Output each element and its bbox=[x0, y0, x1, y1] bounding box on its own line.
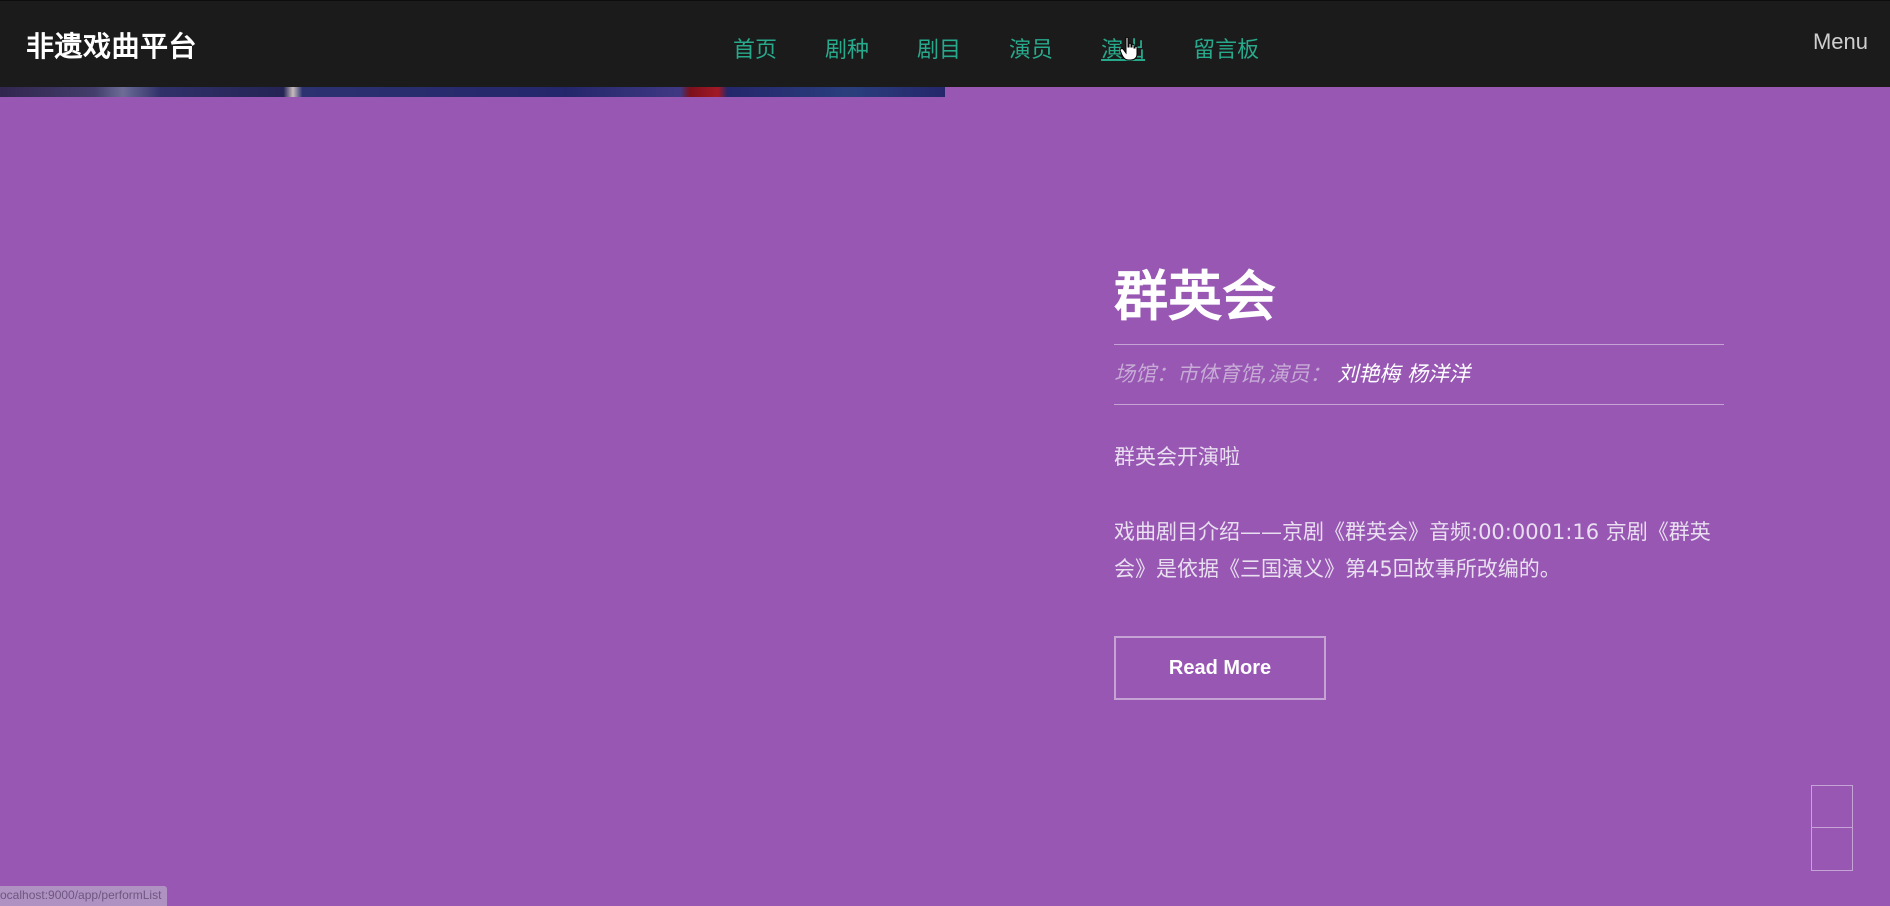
performance-subtitle: 群英会开演啦 bbox=[1114, 445, 1240, 469]
main-nav: 首页 剧种 剧目 演员 演出 留言板 bbox=[733, 32, 1307, 64]
nav-link-genres[interactable]: 剧种 bbox=[825, 32, 869, 64]
site-brand[interactable]: 非遗戏曲平台 bbox=[26, 25, 197, 65]
performance-meta: 场馆：市体育馆,演员： 刘艳梅 杨洋洋 bbox=[1114, 344, 1724, 405]
actors-names: 刘艳梅 杨洋洋 bbox=[1337, 362, 1471, 386]
scroll-controls bbox=[1811, 785, 1853, 871]
performance-title: 群英会 bbox=[1114, 265, 1276, 328]
venue-name: 市体育馆 bbox=[1177, 362, 1261, 386]
scroll-up-button[interactable] bbox=[1811, 785, 1853, 828]
menu-button[interactable]: Menu bbox=[1813, 29, 1868, 55]
nav-link-message-board[interactable]: 留言板 bbox=[1193, 32, 1259, 64]
nav-link-home[interactable]: 首页 bbox=[733, 32, 777, 64]
status-bar-url: ocalhost:9000/app/performList bbox=[0, 886, 168, 906]
nav-link-repertoire[interactable]: 剧目 bbox=[917, 32, 961, 64]
venue-label: 场馆： bbox=[1114, 362, 1177, 386]
hand-cursor-icon bbox=[1120, 37, 1138, 61]
scroll-down-button[interactable] bbox=[1811, 828, 1853, 871]
performance-card: 群英会 场馆：市体育馆,演员： 刘艳梅 杨洋洋 群英会开演啦 戏曲剧目介绍——京… bbox=[1114, 252, 1724, 700]
nav-link-actors[interactable]: 演员 bbox=[1009, 32, 1053, 64]
performance-description: 戏曲剧目介绍——京剧《群英会》音频:00:0001:16 京剧《群英会》是依据《… bbox=[1114, 520, 1711, 581]
actors-label: ,演员： bbox=[1261, 362, 1331, 386]
read-more-button[interactable]: Read More bbox=[1114, 636, 1326, 700]
top-navbar: 非遗戏曲平台 首页 剧种 剧目 演员 演出 留言板 Menu bbox=[0, 0, 1890, 87]
hero-image-strip bbox=[0, 87, 945, 97]
